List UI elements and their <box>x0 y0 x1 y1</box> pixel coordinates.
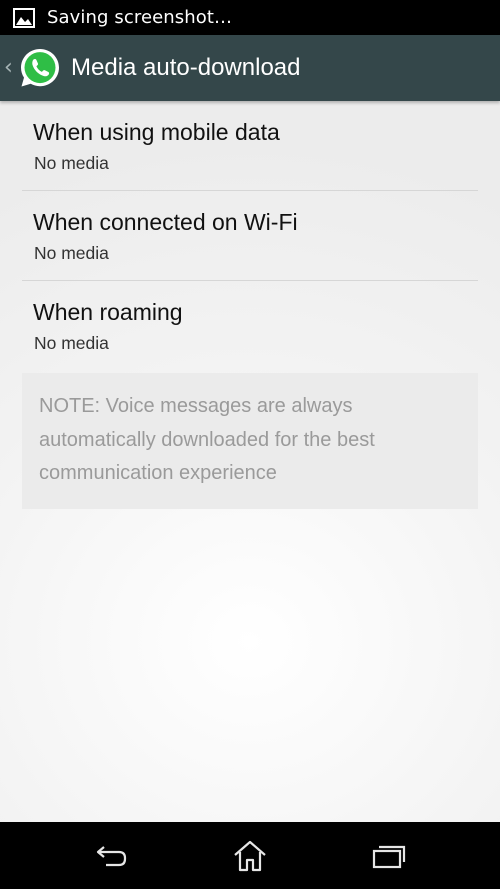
note-line: automatically downloaded for the best <box>39 428 375 451</box>
pref-mobile-data[interactable]: When using mobile data No media <box>22 101 478 191</box>
chevron-left-icon: ‹ <box>4 55 13 80</box>
pref-title: When connected on Wi-Fi <box>33 209 298 235</box>
up-button[interactable]: ‹ <box>0 35 71 101</box>
pref-summary: No media <box>34 333 109 353</box>
back-button[interactable] <box>91 838 131 874</box>
voice-note-box: NOTE: Voice messages are always automati… <box>22 373 478 509</box>
back-icon <box>96 846 127 867</box>
image-icon <box>13 7 35 28</box>
pref-summary: No media <box>34 243 109 263</box>
pref-summary: No media <box>34 153 109 173</box>
note-line: NOTE: Voice messages are always <box>39 395 353 417</box>
pref-roaming[interactable]: When roaming No media <box>22 281 478 371</box>
pref-title: When using mobile data <box>33 119 280 145</box>
status-notification-text: Saving screenshot… <box>47 7 233 28</box>
screen-title: Media auto-download <box>71 54 301 81</box>
note-line: communication experience <box>39 462 277 484</box>
preferences-list: When using mobile data No media When con… <box>0 101 500 822</box>
whatsapp-logo <box>21 49 59 87</box>
home-icon <box>234 840 266 872</box>
action-bar: ‹ Media auto-download <box>0 35 500 101</box>
recents-icon <box>372 845 406 869</box>
status-bar: Saving screenshot… <box>0 0 500 35</box>
home-button[interactable] <box>230 838 270 874</box>
navigation-bar <box>0 822 500 889</box>
recents-button[interactable] <box>369 838 409 874</box>
pref-title: When roaming <box>33 299 183 325</box>
pref-wifi[interactable]: When connected on Wi-Fi No media <box>22 191 478 281</box>
